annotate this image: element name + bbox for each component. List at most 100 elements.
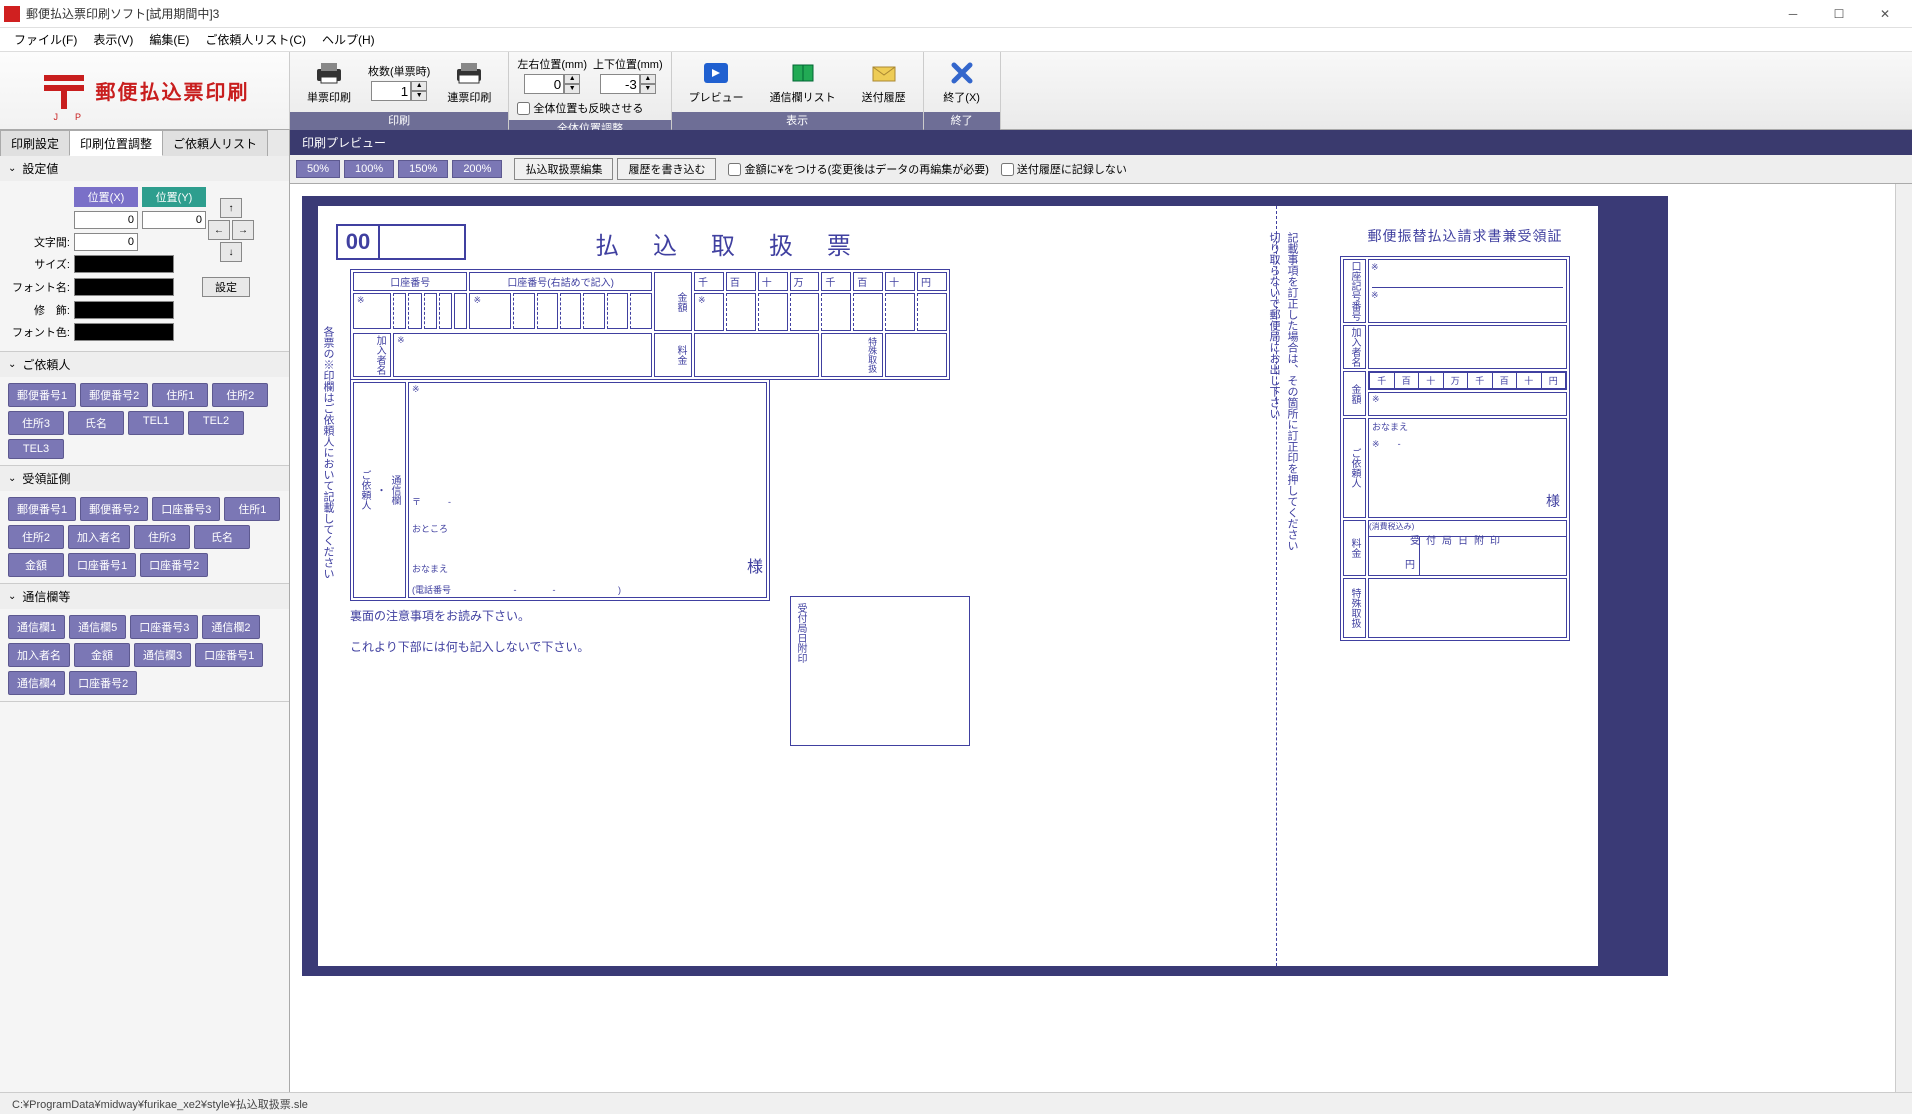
chip-tel3[interactable]: TEL3 [8, 439, 64, 459]
correction-note: 記載事項を訂正した場合は、その箇所に訂正印を押してください [1284, 232, 1298, 551]
tax-note: (消費税込み) [1369, 522, 1414, 531]
section-requester-header[interactable]: ⌄ご依頼人 [0, 352, 289, 377]
arrow-right-button[interactable]: → [232, 220, 254, 240]
addr-small: おところ [412, 522, 763, 535]
zoom-150[interactable]: 150% [398, 160, 448, 178]
chip-r-postal1[interactable]: 郵便番号1 [8, 497, 76, 521]
chip-addr3[interactable]: 住所3 [8, 411, 64, 435]
color-input[interactable] [74, 323, 174, 341]
chip-c4[interactable]: 通信欄4 [8, 671, 65, 695]
digit: 円 [1541, 373, 1566, 389]
acct-label2: 口座番号(右詰めで記入) [469, 272, 651, 291]
lr-pos-input[interactable] [524, 74, 564, 94]
lr-down[interactable]: ▼ [564, 84, 580, 94]
font-input[interactable] [74, 278, 174, 296]
chip-c-acct2[interactable]: 口座番号2 [69, 671, 137, 695]
chip-c-sub[interactable]: 加入者名 [8, 643, 70, 667]
menu-view[interactable]: 表示(V) [85, 29, 141, 50]
sheets-up[interactable]: ▲ [411, 81, 427, 91]
section-comm-header[interactable]: ⌄通信欄等 [0, 584, 289, 609]
norecord-check[interactable]: 送付履歴に記録しない [1001, 161, 1127, 177]
posy-header: 位置(Y) [142, 187, 206, 207]
size-input[interactable] [74, 255, 174, 273]
zoom-100[interactable]: 100% [344, 160, 394, 178]
print-continuous-button[interactable]: 連票印刷 [438, 56, 500, 108]
chip-r-addr1[interactable]: 住所1 [224, 497, 280, 521]
arrow-down-button[interactable]: ↓ [220, 242, 242, 262]
chip-r-acct1[interactable]: 口座番号1 [68, 553, 136, 577]
chip-name[interactable]: 氏名 [68, 411, 124, 435]
chip-r-postal2[interactable]: 郵便番号2 [80, 497, 148, 521]
commlist-label: 通信欄リスト [770, 89, 836, 105]
commlist-button[interactable]: 通信欄リスト [761, 56, 845, 108]
chip-postal2[interactable]: 郵便番号2 [80, 383, 148, 407]
history-button[interactable]: 送付履歴 [853, 56, 915, 108]
section-comm-title: 通信欄等 [22, 588, 70, 605]
deco-input[interactable] [74, 301, 174, 319]
exit-button[interactable]: 終了(X) [932, 56, 992, 108]
minimize-button[interactable]: ─ [1770, 0, 1816, 28]
spacing-input[interactable] [74, 233, 138, 251]
arrow-left-button[interactable]: ← [208, 220, 230, 240]
requester-chips: 郵便番号1 郵便番号2 住所1 住所2 住所3 氏名 TEL1 TEL2 TEL… [8, 383, 281, 459]
close-button[interactable]: ✕ [1862, 0, 1908, 28]
chip-r-addr2[interactable]: 住所2 [8, 525, 64, 549]
vertical-scrollbar[interactable] [1895, 184, 1912, 1092]
chip-r-acct2[interactable]: 口座番号2 [140, 553, 208, 577]
section-receipt-header[interactable]: ⌄受領証側 [0, 466, 289, 491]
menu-file[interactable]: ファイル(F) [6, 29, 85, 50]
posy-input[interactable] [142, 211, 206, 229]
chip-c-amount[interactable]: 金額 [74, 643, 130, 667]
chip-postal1[interactable]: 郵便番号1 [8, 383, 76, 407]
chip-r-addr3[interactable]: 住所3 [134, 525, 190, 549]
posx-input[interactable] [74, 211, 138, 229]
tab-print-settings[interactable]: 印刷設定 [0, 130, 70, 156]
menu-edit[interactable]: 編集(E) [141, 29, 197, 50]
zoom-200[interactable]: 200% [452, 160, 502, 178]
preview-button[interactable]: プレビュー [680, 56, 753, 108]
tab-position-adjust[interactable]: 印刷位置調整 [69, 130, 163, 156]
ud-pos-label: 上下位置(mm) [593, 56, 663, 72]
chip-c-acct3[interactable]: 口座番号3 [130, 615, 198, 639]
menu-help[interactable]: ヘルプ(H) [314, 29, 383, 50]
edit-slip-button[interactable]: 払込取扱票編集 [514, 158, 613, 180]
print-single-button[interactable]: 単票印刷 [298, 56, 360, 108]
chip-r-acct3[interactable]: 口座番号3 [152, 497, 220, 521]
acct-label: 口座番号 [353, 272, 467, 291]
toolbar: J P 郵便払込票印刷 単票印刷 枚数(単票時) ▲▼ [0, 52, 1912, 130]
chip-c1[interactable]: 通信欄1 [8, 615, 65, 639]
chip-r-amount[interactable]: 金額 [8, 553, 64, 577]
statusbar: C:¥ProgramData¥midway¥furikae_xe2¥style¥… [0, 1092, 1912, 1114]
reflect-label: 全体位置も反映させる [533, 100, 643, 116]
furigana-label: おなまえ [412, 562, 448, 575]
ud-down[interactable]: ▼ [640, 84, 656, 94]
zoom-50[interactable]: 50% [296, 160, 340, 178]
receipt-title: 郵便振替払込請求書兼受領証 [1340, 226, 1590, 246]
chip-c-acct1[interactable]: 口座番号1 [195, 643, 263, 667]
chip-r-sub[interactable]: 加入者名 [68, 525, 130, 549]
chip-addr2[interactable]: 住所2 [212, 383, 268, 407]
chip-tel2[interactable]: TEL2 [188, 411, 244, 435]
chip-addr1[interactable]: 住所1 [152, 383, 208, 407]
write-history-button[interactable]: 履歴を書き込む [617, 158, 716, 180]
sheets-down[interactable]: ▼ [411, 91, 427, 101]
ud-pos-input[interactable] [600, 74, 640, 94]
arrow-up-button[interactable]: ↑ [220, 198, 242, 218]
chip-c3[interactable]: 通信欄3 [134, 643, 191, 667]
maximize-button[interactable]: ☐ [1816, 0, 1862, 28]
lr-up[interactable]: ▲ [564, 74, 580, 84]
chip-c2[interactable]: 通信欄2 [202, 615, 259, 639]
menu-requesterlist[interactable]: ご依頼人リスト(C) [197, 29, 314, 50]
chip-r-name[interactable]: 氏名 [194, 525, 250, 549]
section-settings-header[interactable]: ⌄設定値 [0, 156, 289, 181]
preview-viewport[interactable]: 切り取らないで郵便局にお出し下さい 記載事項を訂正した場合は、その箇所に訂正印を… [290, 184, 1895, 1092]
reflect-all-check[interactable]: 全体位置も反映させる [517, 100, 643, 116]
ud-up[interactable]: ▲ [640, 74, 656, 84]
sheets-input[interactable] [371, 81, 411, 101]
yen-check[interactable]: 金額に¥をつける(変更後はデータの再編集が必要) [728, 161, 988, 177]
cut-instruction: 切り取らないで郵便局にお出し下さい [1266, 232, 1280, 419]
chip-c5[interactable]: 通信欄5 [69, 615, 126, 639]
tab-requester-list[interactable]: ご依頼人リスト [162, 130, 268, 156]
settings-apply-button[interactable]: 設定 [202, 277, 250, 297]
chip-tel1[interactable]: TEL1 [128, 411, 184, 435]
